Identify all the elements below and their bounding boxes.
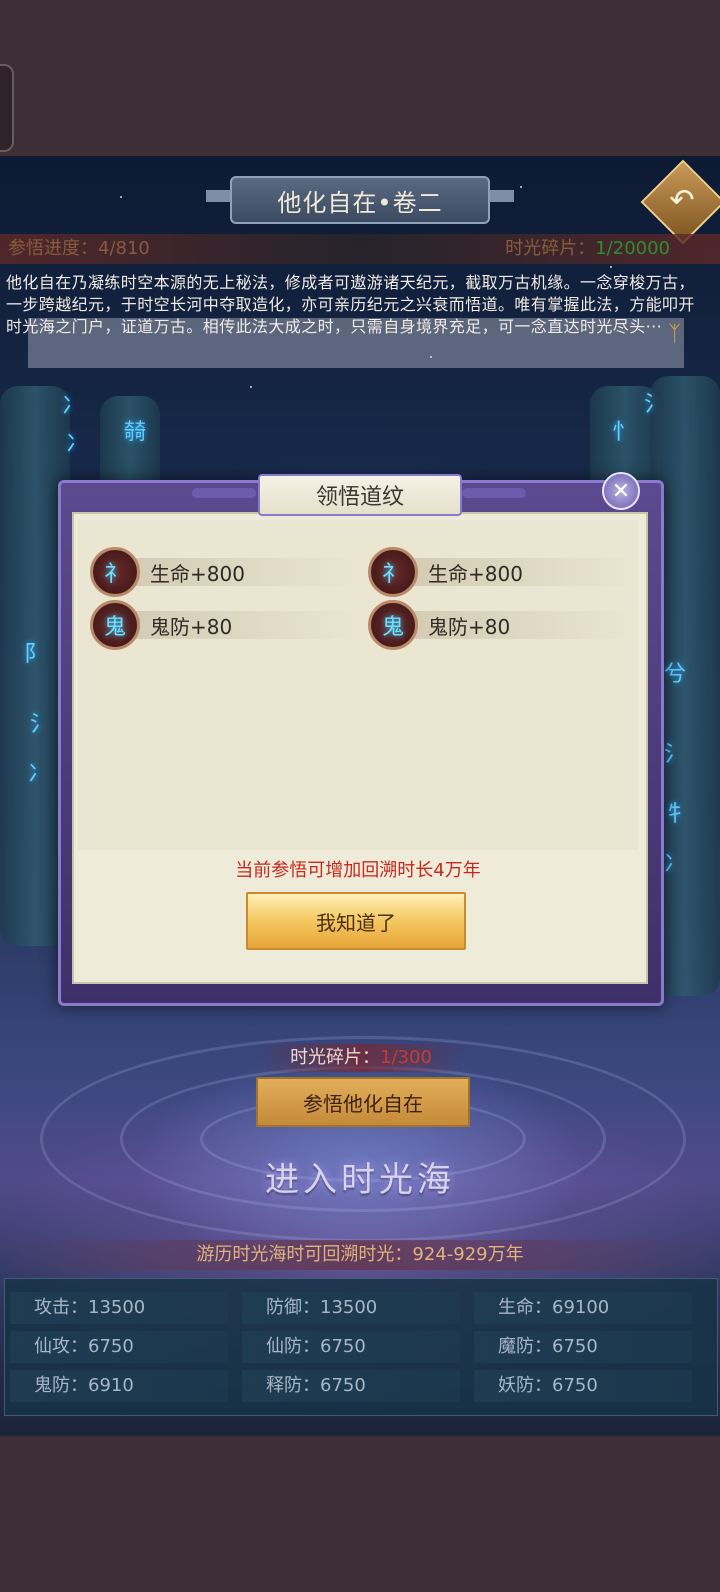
- modal-title: 领悟道纹: [258, 474, 462, 516]
- shard-progress: 时光碎片：1/20000: [505, 238, 670, 259]
- attribute-cell: 仙攻：6750: [10, 1331, 228, 1363]
- modal-title-ornament-left: [192, 488, 256, 498]
- back-arrow-icon[interactable]: ↶: [662, 180, 702, 220]
- page-title: 他化自在•卷二: [230, 176, 490, 224]
- top-bar: [0, 0, 720, 156]
- comprehend-hint: 当前参悟可增加回溯时长4万年: [235, 860, 481, 881]
- attribute-cell: 生命：69100: [474, 1292, 692, 1324]
- rune-life-icon: 礻: [368, 547, 418, 597]
- close-icon[interactable]: ✕: [602, 472, 640, 510]
- scroll-toggle-icon[interactable]: ᛉ: [668, 322, 681, 347]
- shard-cost: 时光碎片：1/300: [256, 1044, 466, 1072]
- stat-item: 鬼 鬼防+80: [90, 600, 360, 650]
- modal-title-ornament-right: [462, 488, 526, 498]
- progress-row: 参悟进度：4/810 时光碎片：1/20000: [0, 234, 720, 264]
- attribute-cell: 释防：6750: [242, 1370, 460, 1402]
- attribute-cell: 攻击：13500: [10, 1292, 228, 1324]
- rune-life-icon: 礻: [90, 547, 140, 597]
- attribute-cell: 鬼防：6910: [10, 1370, 228, 1402]
- comprehend-button[interactable]: 参悟他化自在: [256, 1077, 470, 1127]
- stat-item: 鬼 鬼防+80: [368, 600, 638, 650]
- stat-item: 礻 生命+800: [90, 547, 360, 597]
- roam-duration-text: 游历时光海时可回溯时光：924-929万年: [0, 1240, 720, 1270]
- stat-label: 鬼防+80: [150, 614, 233, 639]
- attribute-cell: 仙防：6750: [242, 1331, 460, 1363]
- stat-item: 礻 生命+800: [368, 547, 638, 597]
- comprehend-progress: 参悟进度：4/810: [8, 238, 150, 259]
- rune-ghost-defense-icon: 鬼: [368, 600, 418, 650]
- bottom-bar: [0, 1436, 720, 1592]
- stat-label: 鬼防+80: [428, 614, 511, 639]
- attribute-cell: 魔防：6750: [474, 1331, 692, 1363]
- attribute-cell: 防御：13500: [242, 1292, 460, 1324]
- stat-label: 生命+800: [150, 561, 245, 586]
- stat-label: 生命+800: [428, 561, 523, 586]
- side-drawer-handle[interactable]: [0, 64, 14, 152]
- confirm-button[interactable]: 我知道了: [246, 892, 466, 950]
- scroll-description: 他化自在乃凝练时空本源的无上秘法，修成者可遨游诸天纪元，截取万古机缘。一念穿梭万…: [6, 273, 695, 336]
- attribute-cell: 妖防：6750: [474, 1370, 692, 1402]
- enter-time-sea-button[interactable]: 进入时光海: [180, 1152, 540, 1201]
- rune-ghost-defense-icon: 鬼: [90, 600, 140, 650]
